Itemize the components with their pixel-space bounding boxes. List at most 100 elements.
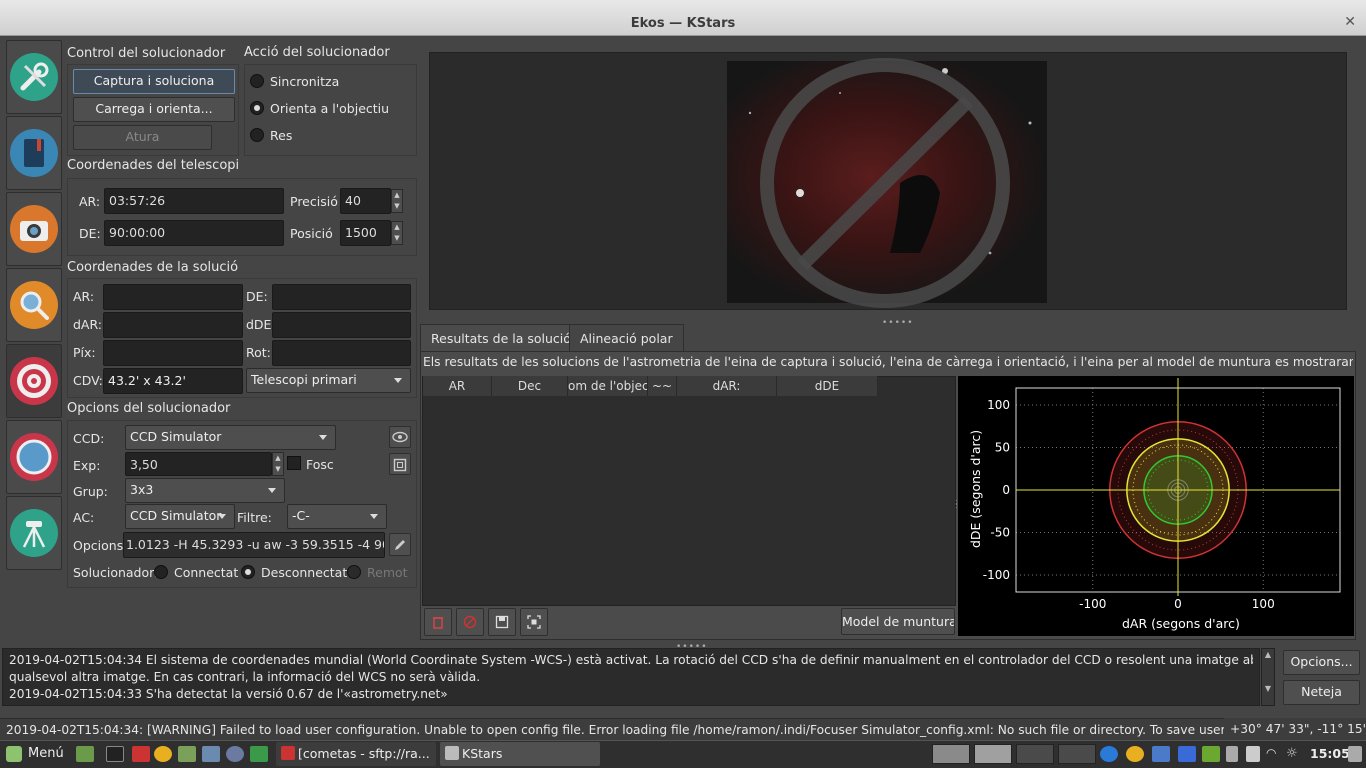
teamviewer-icon[interactable] [1100, 746, 1118, 762]
col-dra[interactable]: dAR: [677, 376, 777, 396]
filter-select[interactable]: -C- [287, 504, 387, 529]
col-object[interactable]: om de l'object [568, 376, 648, 396]
col-dde[interactable]: dDE [777, 376, 878, 396]
screenshot-icon[interactable] [202, 746, 220, 762]
notification-icon[interactable] [1348, 746, 1362, 762]
workspace-1[interactable] [932, 744, 970, 764]
telescope-de-field[interactable]: 90:00:00 [104, 220, 284, 246]
spreadsheet-icon[interactable] [250, 746, 268, 762]
module-guide[interactable] [6, 420, 62, 494]
module-mount[interactable] [6, 496, 62, 570]
load-and-slew-button[interactable]: Carrega i orienta... [73, 97, 235, 122]
module-capture[interactable] [6, 192, 62, 266]
workspace-4[interactable] [1058, 744, 1096, 764]
network-icon[interactable] [1246, 746, 1260, 762]
error-plot[interactable]: -100 0 100 100 50 0 -50 -100 [958, 376, 1354, 636]
files-icon[interactable] [178, 746, 196, 762]
camera-icon [10, 205, 58, 253]
show-desktop-icon[interactable] [76, 746, 94, 762]
capture-and-solve-button[interactable]: Captura i soluciona [73, 69, 235, 94]
image-preview[interactable] [429, 52, 1347, 310]
module-scheduler[interactable] [6, 116, 62, 190]
results-table[interactable] [422, 376, 956, 606]
taskbar-window-filezilla[interactable]: [cometas - sftp://ra... [276, 742, 436, 766]
solver-remote-radio[interactable] [347, 565, 361, 579]
tab-solution-results[interactable]: Resultats de la solució [420, 324, 582, 352]
action-slew-radio[interactable] [250, 101, 264, 115]
position-spinner[interactable]: ▲ ▼ [391, 221, 403, 245]
solver-online-radio[interactable] [154, 565, 168, 579]
save-icon[interactable] [488, 608, 516, 636]
mount-model-button[interactable]: Model de muntura [841, 608, 955, 635]
x-tick-label: -100 [1079, 597, 1106, 611]
ccd-select[interactable]: CCD Simulator [125, 425, 336, 450]
chrome-icon[interactable] [154, 746, 172, 762]
scope-select[interactable]: Telescopi primari [246, 368, 411, 393]
menu-button[interactable]: Menú [28, 746, 64, 761]
solver-offline-radio[interactable] [241, 565, 255, 579]
workspace-3[interactable] [1016, 744, 1054, 764]
clipboard-icon[interactable] [1226, 746, 1238, 762]
precision-field[interactable]: 40 [340, 188, 391, 214]
log-options-button[interactable]: Opcions... [1283, 650, 1360, 675]
y-tick-label: 0 [1002, 483, 1010, 497]
log-area[interactable]: 2019-04-02T15:04:34 El sistema de coorde… [2, 648, 1260, 706]
exposure-field[interactable]: 3,50 [125, 452, 272, 476]
eye-icon[interactable] [389, 426, 411, 448]
fullscreen-icon[interactable] [389, 453, 411, 475]
filezilla-icon[interactable] [132, 746, 150, 762]
de-label: DE: [79, 226, 101, 241]
telescope-ra-field[interactable]: 03:57:26 [104, 188, 284, 214]
tab-polar-alignment[interactable]: Alineació polar [569, 324, 684, 352]
clock: 15:05 [1310, 746, 1350, 761]
solver-offline-label: Desconnectat [261, 565, 348, 580]
taskbar-window-kstars[interactable]: KStars [440, 742, 600, 766]
scroll-down-icon[interactable]: ▼ [1262, 683, 1274, 695]
log-clear-button[interactable]: Neteja [1283, 680, 1360, 705]
wifi-icon[interactable]: ◠ [1266, 746, 1284, 762]
ccd-label: CCD: [73, 431, 105, 446]
chrome-tray-icon[interactable] [1126, 746, 1144, 762]
delete-rows-icon[interactable] [424, 608, 452, 636]
solver-options-field[interactable]: 1.0123 -H 45.3293 -u aw -3 59.3515 -4 90… [123, 532, 385, 558]
splitter-handle[interactable]: ••••• [882, 318, 914, 328]
kstars-window-icon [445, 746, 459, 760]
terminal-icon[interactable] [106, 746, 124, 762]
shield-icon[interactable] [1152, 746, 1170, 762]
solution-ra-field [103, 284, 243, 310]
log-line: 2019-04-02T15:04:34 El sistema de coorde… [9, 653, 1253, 667]
position-field[interactable]: 1500 [340, 220, 391, 246]
solution-dde-field [272, 312, 411, 338]
pencil-icon[interactable] [389, 533, 411, 556]
action-nothing-radio[interactable] [250, 128, 264, 142]
log-scrollbar[interactable]: ▲ ▼ [1261, 648, 1275, 706]
dropbox-icon[interactable] [1178, 746, 1196, 762]
nvidia-icon[interactable] [1202, 746, 1220, 762]
col-dec[interactable]: Dec [492, 376, 568, 396]
y-tick-label: 50 [995, 441, 1010, 455]
close-icon[interactable]: ✕ [1344, 14, 1356, 30]
exposure-spinner[interactable]: ▲ ▼ [272, 452, 284, 476]
col-ra[interactable]: AR [423, 376, 492, 396]
brightness-icon[interactable]: ☼ [1286, 746, 1304, 762]
dra-label: dAR: [73, 317, 102, 332]
workspace-2[interactable] [974, 744, 1012, 764]
autoscale-icon[interactable] [520, 608, 548, 636]
status-message: 2019-04-02T15:04:34: [WARNING] Failed to… [6, 723, 1302, 737]
module-align[interactable] [6, 344, 62, 418]
clear-results-icon[interactable] [456, 608, 484, 636]
action-sync-radio[interactable] [250, 74, 264, 88]
dark-checkbox[interactable] [287, 456, 301, 470]
log-line: 2019-04-02T15:04:33 S'ha detectat la ver… [9, 687, 448, 701]
filter-wheel-select[interactable]: CCD Simulator [125, 504, 235, 529]
module-setup[interactable] [6, 40, 62, 114]
stop-button[interactable]: Atura [73, 125, 212, 150]
options-label: Opcions: [73, 538, 128, 553]
binning-select[interactable]: 3x3 [125, 478, 285, 503]
module-focus[interactable] [6, 268, 62, 342]
precision-spinner[interactable]: ▲ ▼ [391, 189, 403, 213]
scroll-up-icon[interactable]: ▲ [1262, 649, 1274, 661]
search-icon[interactable] [226, 746, 244, 762]
mint-menu-icon[interactable] [6, 746, 22, 762]
col-sep[interactable]: ~~ [648, 376, 677, 396]
